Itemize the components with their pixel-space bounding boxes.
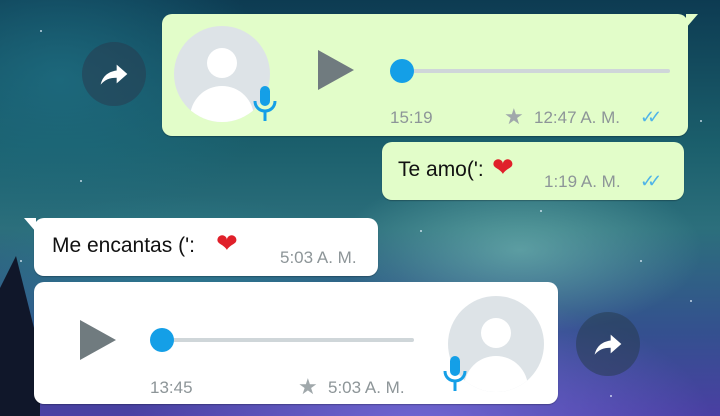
audio-seek-handle[interactable] [390, 59, 414, 83]
star-icon: ★ [504, 104, 524, 129]
message-text: Me encantas (': [52, 234, 195, 257]
play-button[interactable] [80, 320, 116, 360]
microphone-icon [253, 86, 277, 121]
heart-emoji: ❤ [492, 152, 514, 182]
play-button[interactable] [318, 50, 354, 90]
forward-icon [100, 64, 128, 85]
message-text: Te amo(': [398, 158, 484, 181]
audio-seek-track[interactable] [160, 338, 414, 342]
voice-message-outgoing[interactable]: 15:19 ★ 12:47 A. M. ✓✓ [162, 14, 698, 136]
heart-emoji: ❤ [216, 228, 238, 258]
audio-seek-handle[interactable] [150, 328, 174, 352]
forward-button[interactable] [82, 42, 146, 106]
message-time: 5:03 A. M. [280, 248, 357, 267]
text-message-outgoing[interactable]: Te amo(': ❤ 1:19 A. M. ✓✓ [382, 142, 684, 200]
read-receipt-icon: ✓✓ [640, 107, 662, 127]
voice-duration: 13:45 [150, 378, 193, 397]
star-icon: ★ [298, 374, 318, 399]
read-receipt-icon: ✓✓ [640, 171, 662, 191]
forward-icon [594, 334, 622, 355]
voice-message-incoming[interactable]: 13:45 ★ 5:03 A. M. [34, 282, 558, 404]
audio-seek-track[interactable] [398, 69, 670, 73]
forward-button[interactable] [576, 312, 640, 376]
message-time: 12:47 A. M. [534, 108, 620, 127]
text-message-incoming[interactable]: Me encantas (': ❤ 5:03 A. M. [24, 218, 378, 276]
message-time: 1:19 A. M. [544, 172, 621, 191]
microphone-icon [443, 356, 467, 391]
message-time: 5:03 A. M. [328, 378, 405, 397]
voice-duration: 15:19 [390, 108, 433, 127]
